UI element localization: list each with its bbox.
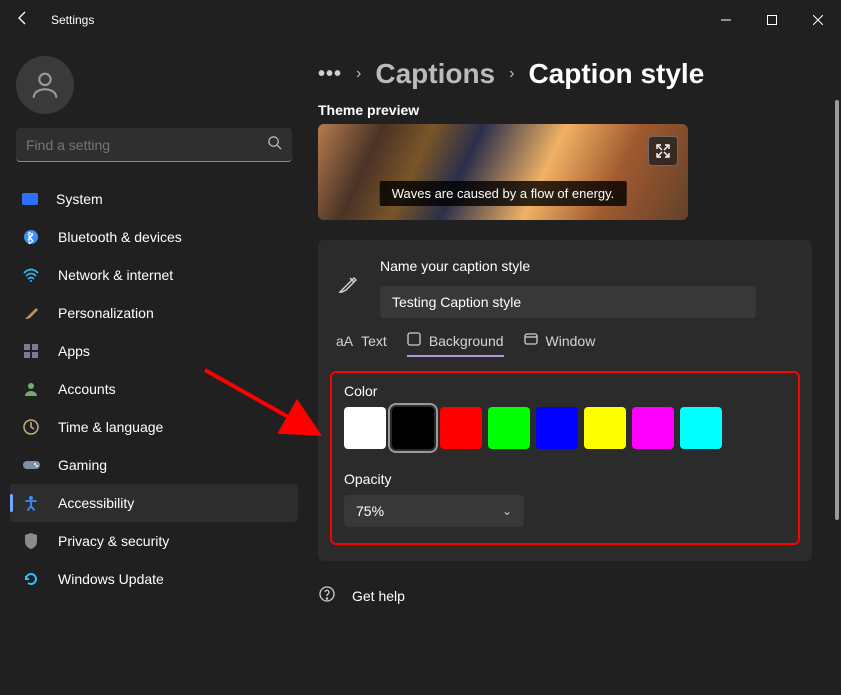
opacity-select[interactable]: 75% ⌄ xyxy=(344,495,524,527)
caption-style-name-input[interactable] xyxy=(380,286,756,318)
nav-personalization[interactable]: Personalization xyxy=(10,294,298,332)
color-swatch[interactable] xyxy=(632,407,674,449)
breadcrumb-current: Caption style xyxy=(528,58,704,90)
chevron-down-icon: ⌄ xyxy=(502,504,512,518)
nav-label: Personalization xyxy=(58,305,154,321)
wifi-icon xyxy=(22,266,40,284)
shield-icon xyxy=(22,532,40,550)
tab-label: Background xyxy=(429,333,504,349)
user-avatar[interactable] xyxy=(16,56,74,114)
color-swatch[interactable] xyxy=(440,407,482,449)
get-help-link[interactable]: Get help xyxy=(318,585,841,606)
opacity-value: 75% xyxy=(356,503,384,519)
nav-list: System Bluetooth & devices Network & int… xyxy=(10,180,298,598)
color-swatch[interactable] xyxy=(344,407,386,449)
nav-accessibility[interactable]: Accessibility xyxy=(10,484,298,522)
color-label: Color xyxy=(344,383,786,399)
breadcrumb-separator: › xyxy=(356,65,361,83)
search-icon xyxy=(267,135,282,155)
help-icon xyxy=(318,585,336,606)
window-title: Settings xyxy=(51,13,94,27)
color-swatch[interactable] xyxy=(488,407,530,449)
nav-accounts[interactable]: Accounts xyxy=(10,370,298,408)
close-button[interactable] xyxy=(795,4,841,36)
color-swatch[interactable] xyxy=(392,407,434,449)
color-swatch[interactable] xyxy=(680,407,722,449)
expand-preview-button[interactable] xyxy=(648,136,678,166)
tab-text[interactable]: aA Text xyxy=(336,332,387,357)
apps-icon xyxy=(22,342,40,360)
nav-label: Windows Update xyxy=(58,571,164,587)
accessibility-icon xyxy=(22,494,40,512)
scrollbar[interactable] xyxy=(833,100,841,520)
style-brush-icon xyxy=(336,274,358,301)
window-icon xyxy=(524,332,538,349)
tab-label: Text xyxy=(361,333,387,349)
nav-label: Accessibility xyxy=(58,495,134,511)
color-swatch[interactable] xyxy=(536,407,578,449)
window-controls xyxy=(703,4,841,36)
content-area: ••• › Captions › Caption style Theme pre… xyxy=(308,40,841,695)
nav-label: Gaming xyxy=(58,457,107,473)
breadcrumb: ••• › Captions › Caption style xyxy=(318,58,841,90)
search-input[interactable] xyxy=(26,137,267,153)
maximize-button[interactable] xyxy=(749,4,795,36)
person-icon xyxy=(22,380,40,398)
caption-style-card: Name your caption style aA Text Backgrou… xyxy=(318,240,812,561)
nav-apps[interactable]: Apps xyxy=(10,332,298,370)
title-bar: Settings xyxy=(0,0,841,40)
clock-globe-icon xyxy=(22,418,40,436)
tab-window[interactable]: Window xyxy=(524,332,596,357)
annotation-highlight-box: Color Opacity 75% ⌄ xyxy=(330,371,800,545)
tab-list: aA Text Background Window xyxy=(336,332,794,357)
nav-windows-update[interactable]: Windows Update xyxy=(10,560,298,598)
color-swatch[interactable] xyxy=(584,407,626,449)
search-box[interactable] xyxy=(16,128,292,162)
nav-network[interactable]: Network & internet xyxy=(10,256,298,294)
nav-label: System xyxy=(56,191,103,207)
breadcrumb-overflow-button[interactable]: ••• xyxy=(318,63,342,86)
background-icon xyxy=(407,332,421,349)
nav-time-language[interactable]: Time & language xyxy=(10,408,298,446)
nav-label: Bluetooth & devices xyxy=(58,229,182,245)
update-icon xyxy=(22,570,40,588)
color-swatch-row xyxy=(344,407,786,449)
theme-preview: Waves are caused by a flow of energy. xyxy=(318,124,688,220)
brush-icon xyxy=(22,304,40,322)
sidebar: System Bluetooth & devices Network & int… xyxy=(0,40,308,695)
text-size-icon: aA xyxy=(336,333,353,349)
get-help-label: Get help xyxy=(352,588,405,604)
nav-label: Privacy & security xyxy=(58,533,169,549)
nav-bluetooth[interactable]: Bluetooth & devices xyxy=(10,218,298,256)
opacity-label: Opacity xyxy=(344,471,786,487)
nav-label: Network & internet xyxy=(58,267,173,283)
nav-label: Accounts xyxy=(58,381,116,397)
gamepad-icon xyxy=(22,456,40,474)
nav-gaming[interactable]: Gaming xyxy=(10,446,298,484)
tab-label: Window xyxy=(546,333,596,349)
breadcrumb-separator: › xyxy=(509,65,514,83)
scrollbar-thumb[interactable] xyxy=(835,100,839,520)
preview-caption-text: Waves are caused by a flow of energy. xyxy=(380,181,627,206)
tab-background[interactable]: Background xyxy=(407,332,504,357)
breadcrumb-captions-link[interactable]: Captions xyxy=(375,58,495,90)
minimize-button[interactable] xyxy=(703,4,749,36)
bluetooth-icon xyxy=(22,228,40,246)
nav-privacy[interactable]: Privacy & security xyxy=(10,522,298,560)
back-button[interactable] xyxy=(15,10,31,31)
nav-label: Apps xyxy=(58,343,90,359)
name-label: Name your caption style xyxy=(380,258,794,274)
nav-system[interactable]: System xyxy=(10,180,298,218)
display-icon xyxy=(22,193,38,205)
theme-preview-label: Theme preview xyxy=(318,102,841,118)
nav-label: Time & language xyxy=(58,419,163,435)
